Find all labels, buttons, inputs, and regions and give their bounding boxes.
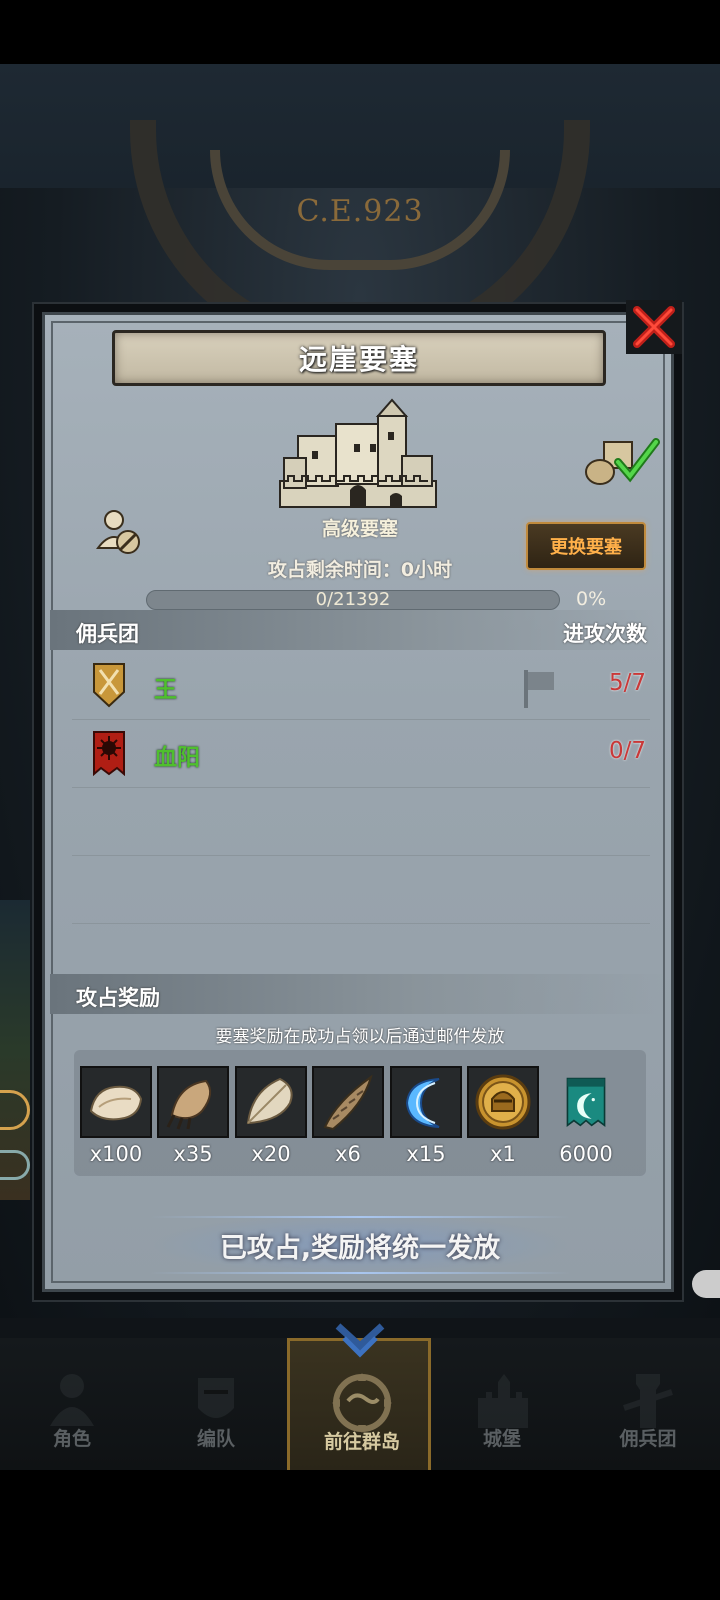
reward-quantity: x6 [335, 1142, 361, 1166]
attack-count-label: 进攻次数 [563, 622, 647, 646]
reward-item-frame [235, 1066, 307, 1138]
empty-mercenary-row [72, 788, 650, 856]
attack-count: 5/7 [608, 670, 646, 696]
archipelago-icon [332, 1373, 392, 1433]
side-button-2[interactable] [0, 1150, 30, 1180]
horn-icon [323, 1074, 373, 1131]
close-icon [633, 306, 675, 348]
blue-crescent-icon [405, 1078, 440, 1128]
reward-item-frame [312, 1066, 384, 1138]
reward-item-frame [390, 1066, 462, 1138]
crossed-swords-shield-icon [93, 663, 125, 708]
gold-helmet-coin-icon [475, 1074, 531, 1130]
progress-percent: 0% [576, 588, 607, 610]
attack-count: 0/7 [608, 738, 646, 764]
hide-player-icon[interactable] [96, 508, 142, 556]
reward-quantity: x20 [251, 1142, 291, 1166]
reward-item[interactable]: x6 [312, 1066, 384, 1166]
reward-section-header: 攻占奖励 [50, 974, 665, 1014]
mercenary-section-label: 佣兵团 [76, 622, 139, 646]
formation-icon [198, 1378, 234, 1418]
mercenary-section-header: 佣兵团 进攻次数 [50, 610, 665, 650]
empty-mercenary-row [72, 856, 650, 924]
nav-item-mercenary[interactable]: 佣兵团 [576, 1338, 720, 1470]
claim-status-text: 已攻占,奖励将统一发放 [219, 1232, 501, 1264]
castle-icon [478, 1374, 528, 1428]
reward-quantity: x100 [89, 1142, 143, 1166]
status-bar-area [0, 0, 720, 64]
era-label: C.E.923 [296, 194, 424, 229]
capture-progress-bar: 0/21392 [146, 589, 560, 610]
dialog-title: 远崖要塞 [298, 343, 419, 376]
dialog-title-banner: 远崖要塞 [112, 330, 606, 386]
reward-item[interactable]: x15 [390, 1066, 462, 1166]
reward-quantity: 6000 [559, 1142, 613, 1166]
fortress-castle-icon [279, 398, 437, 508]
reward-item-frame [80, 1066, 152, 1138]
feather-icon [246, 1077, 293, 1125]
fur-pelt-icon [89, 1085, 143, 1121]
system-nav-area [0, 1470, 720, 1600]
reward-item-frame [467, 1066, 539, 1138]
reward-item[interactable]: 6000 [550, 1066, 622, 1166]
reward-item[interactable]: x100 [80, 1066, 152, 1166]
nav-label: 城堡 [482, 1428, 521, 1450]
reward-item-frame [157, 1066, 229, 1138]
character-icon [50, 1374, 94, 1426]
nav-item-castle[interactable]: 城堡 [430, 1338, 574, 1470]
chevron-down-icon [335, 1323, 385, 1358]
reward-item-frame [550, 1066, 622, 1138]
flag-icon [524, 670, 554, 708]
resource-ready-icon[interactable] [584, 436, 660, 488]
guild-banner-icon [566, 1077, 606, 1127]
nav-label: 角色 [52, 1428, 91, 1450]
mercenary-name: 王 [154, 677, 177, 703]
reward-item[interactable]: x20 [235, 1066, 307, 1166]
reward-quantity: x1 [490, 1142, 516, 1166]
reward-item[interactable]: x1 [467, 1066, 539, 1166]
reward-quantity: x35 [173, 1142, 213, 1166]
mercenary-row[interactable]: 血阳 0/7 [72, 720, 650, 788]
time-remaining: 攻占剩余时间：0小时 [267, 559, 453, 581]
nav-item-character[interactable]: 角色 [0, 1338, 144, 1470]
reward-section-label: 攻占奖励 [76, 986, 160, 1010]
close-button[interactable] [626, 300, 682, 354]
side-button-right[interactable] [692, 1270, 720, 1298]
reward-quantity: x15 [406, 1142, 446, 1166]
reward-item[interactable]: x35 [157, 1066, 229, 1166]
claim-status-bar: 已攻占,奖励将统一发放 [150, 1214, 570, 1276]
nav-item-formation[interactable]: 编队 [144, 1338, 288, 1470]
claw-icon [166, 1079, 212, 1130]
reward-note: 要塞奖励在成功占领以后通过邮件发放 [215, 1027, 505, 1047]
nav-label: 佣兵团 [619, 1428, 677, 1450]
mercenary-row[interactable]: 王 5/7 [72, 652, 650, 720]
nav-label: 前往群岛 [323, 1431, 400, 1453]
mercenary-name: 血阳 [154, 745, 200, 771]
nav-label: 编队 [196, 1428, 235, 1450]
mercenary-icon [623, 1374, 673, 1428]
progress-text: 0/21392 [315, 589, 391, 610]
red-banner-icon [93, 731, 125, 776]
